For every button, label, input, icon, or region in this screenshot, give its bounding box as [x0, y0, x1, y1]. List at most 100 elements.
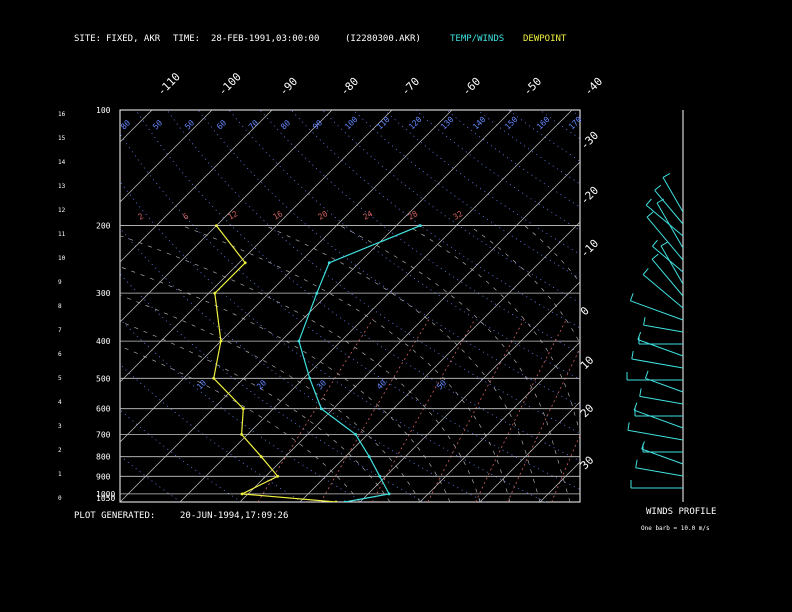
temperature-series-point [308, 376, 312, 380]
wind-barb-shaft [631, 358, 684, 369]
height-tick-label: 10 [58, 255, 66, 262]
winds-profile [626, 110, 684, 502]
top-temp-tick-label: -60 [460, 75, 483, 98]
dry-adiabat-line [197, 110, 580, 407]
right-temp-tick-label: 20 [578, 402, 597, 421]
theta-label: 50 [435, 378, 448, 391]
temperature-series-point [315, 291, 319, 295]
right-axis: -30-20-100102030 [578, 129, 601, 472]
right-temp-tick-label: -10 [578, 237, 601, 260]
isotherm-line [120, 110, 453, 443]
height-tick-label: 5 [58, 375, 62, 382]
site-value: FIXED, AKR [106, 34, 161, 44]
moist-adiabat-line [120, 235, 481, 502]
plot-generated-value: 20-JUN-1994,17:09:26 [180, 511, 288, 521]
isotherm-line [780, 110, 792, 502]
pressure-tick-label: 1050 [96, 494, 115, 503]
wind-barb-shaft [662, 177, 684, 213]
wind-barb-flag [654, 184, 662, 191]
theta-label: 50 [183, 118, 196, 131]
theta-label: 120 [407, 115, 424, 132]
wind-barb-flag [643, 317, 646, 326]
top-temp-tick-label: -110 [155, 70, 183, 98]
top-temp-tick-label: -100 [216, 70, 244, 98]
theta-label: 70 [247, 118, 260, 131]
theta-label: 140 [471, 115, 488, 132]
dewpoint-series-point [212, 376, 216, 380]
dewpoint-series-point [215, 224, 218, 228]
dry-adiabat-line [120, 181, 546, 502]
wind-barb-shaft [660, 245, 684, 285]
top-axis: -110 -100 -90 -80 -70 -60 -50 -4080 50 50 60 70 80 90… [119, 70, 605, 391]
moist-adiabat-line [120, 266, 451, 502]
dry-adiabat-line [726, 110, 792, 502]
mixing-ratio-label: 6 [182, 211, 191, 221]
wind-barb-shaft [651, 258, 684, 297]
dry-adiabat-line [120, 363, 303, 502]
dewpoint-series-point [240, 433, 244, 436]
mixing-ratio-line [475, 318, 568, 502]
legend-dewpoint: DEWPOINT [523, 34, 567, 44]
temperature-series-point [387, 492, 391, 496]
theta-label: 30 [315, 378, 328, 391]
height-tick-label: 12 [58, 207, 66, 214]
height-tick-label: 1 [58, 471, 62, 478]
isotherm-line [120, 110, 513, 502]
winds-profile-note: One barb = 10.0 m/s [641, 525, 710, 532]
height-tick-label: 7 [58, 327, 62, 334]
temperature-series-point [319, 407, 323, 411]
temperature-series-point [327, 261, 331, 265]
moist-adiabat-line [407, 225, 580, 434]
isobars [120, 225, 580, 495]
wind-barb-flag [635, 459, 638, 468]
theta-label: 20 [255, 378, 268, 391]
height-tick-label: 15 [58, 135, 66, 142]
temperature-series-point [297, 339, 301, 343]
dry-adiabat-line [446, 110, 580, 208]
dry-adiabat-line [120, 318, 364, 502]
wind-barb-flag [639, 388, 642, 397]
height-tick-label: 16 [58, 111, 66, 118]
isotherm-line [0, 110, 92, 502]
moist-adiabat-line [120, 294, 421, 502]
wind-barb-flag [651, 253, 659, 260]
right-temp-tick-label: -20 [578, 184, 601, 207]
pressure-tick-label: 300 [96, 289, 111, 298]
mixing-ratio-label: 28 [407, 209, 420, 222]
dewpoint-series-point [241, 407, 245, 411]
dry-adiabat-line [508, 110, 580, 162]
dry-adiabat-line [384, 110, 580, 255]
theta-label: 80 [279, 118, 292, 131]
wind-barb-shaft [652, 245, 684, 273]
dry-adiabat-line [0, 110, 59, 502]
wind-barb-flag [645, 198, 652, 206]
theta-label: 150 [503, 115, 520, 132]
dry-adiabat-line [120, 273, 425, 502]
dry-adiabat-line [788, 110, 792, 502]
dry-adiabat-line [290, 110, 580, 329]
top-temp-tick-label: -80 [338, 75, 361, 98]
dry-adiabat-line [135, 110, 580, 462]
wind-barb-flag [627, 422, 630, 431]
isotherm-line [720, 110, 792, 502]
moist-adiabat-line [468, 225, 580, 345]
right-temp-tick-label: 10 [578, 354, 597, 373]
series-layer [212, 224, 422, 502]
wind-barb-shaft [642, 274, 684, 309]
pressure-tick-label: 200 [96, 222, 111, 231]
mixing-ratio-label: 24 [362, 209, 375, 222]
isotherm-line [600, 110, 792, 502]
theta-label: 100 [343, 115, 360, 132]
isotherms [0, 110, 792, 502]
theta-label: 60 [215, 118, 228, 131]
mixing-ratio-label: 2 [137, 211, 146, 221]
dry-adiabat-line [228, 110, 580, 380]
isotherm-line [359, 281, 580, 502]
theta-label: 80 [119, 118, 132, 131]
height-tick-label: 8 [58, 303, 62, 310]
isotherm-line [299, 221, 580, 502]
theta-label: 110 [375, 115, 392, 132]
dewpoint-series-point [213, 291, 217, 295]
dewpoint-series [213, 225, 337, 502]
top-temp-tick-label: -40 [582, 75, 605, 98]
